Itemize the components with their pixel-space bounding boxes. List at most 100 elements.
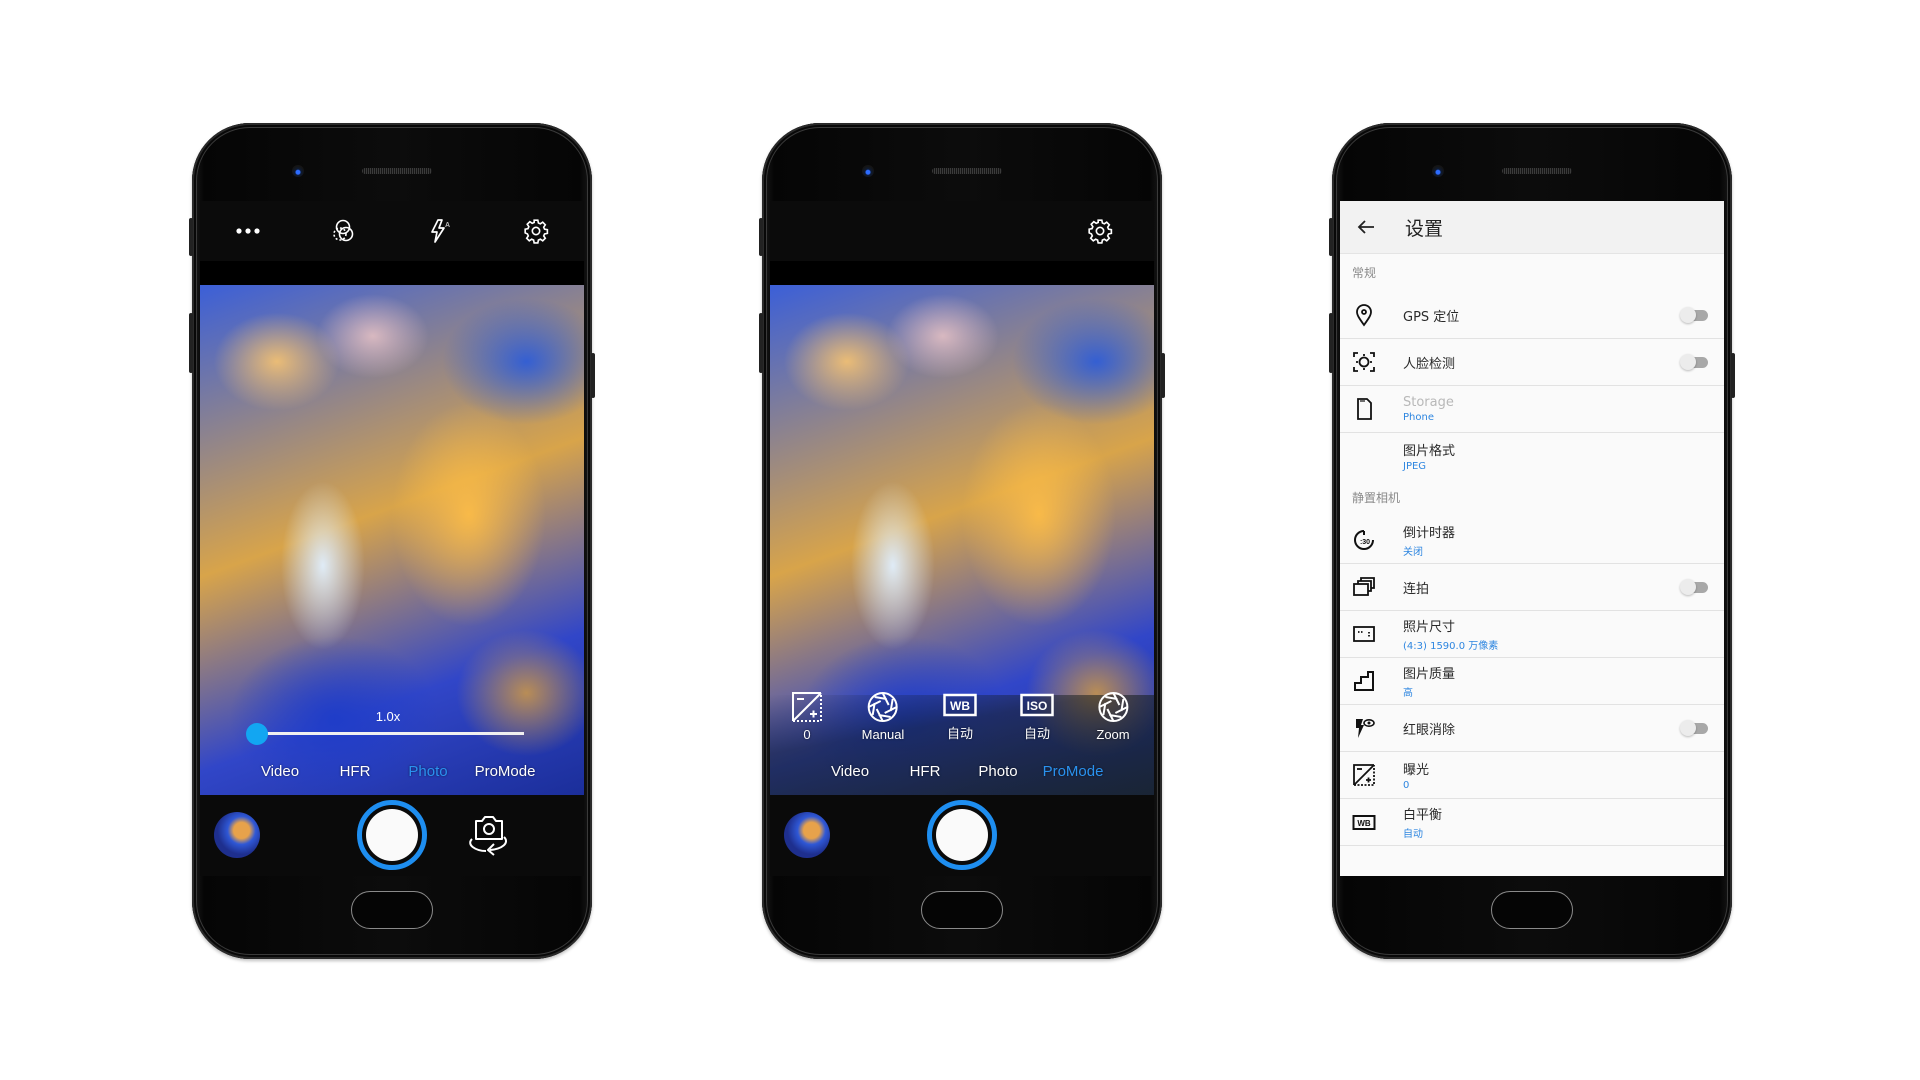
face-detection-toggle[interactable] (1680, 354, 1710, 370)
setting-picture-format[interactable]: 图片格式 JPEG (1340, 433, 1724, 479)
power-button (1731, 353, 1735, 398)
setting-exposure[interactable]: 曝光 0 (1340, 752, 1724, 799)
settings-page: 设置 常规 GPS 定位 人脸检测 Storage Phone 图片格式 JPE… (1340, 201, 1724, 876)
shutter-inner (936, 809, 988, 861)
settings-gear-icon[interactable] (1086, 217, 1114, 245)
pro-zoom-label: Zoom (1096, 727, 1130, 742)
zoom-slider-track[interactable] (258, 732, 524, 735)
red-eye-toggle[interactable] (1680, 720, 1710, 736)
settings-header: 设置 (1340, 201, 1724, 254)
mode-photo[interactable]: Photo (978, 763, 1017, 780)
timer-icon: :30 (1352, 528, 1376, 552)
face-detect-icon (1352, 350, 1376, 374)
home-button[interactable] (351, 891, 433, 929)
setting-countdown-timer[interactable]: :30 倒计时器 关闭 (1340, 517, 1724, 564)
svg-text:WB: WB (1357, 819, 1371, 828)
mode-video[interactable]: Video (831, 763, 869, 780)
burst-toggle[interactable] (1680, 579, 1710, 595)
setting-white-balance[interactable]: WB 白平衡 自动 (1340, 799, 1724, 846)
settings-gear-icon[interactable] (522, 217, 550, 245)
mode-hfr[interactable]: HFR (910, 763, 941, 780)
camera-screen: 0 Manual WB 自动 ISO 自动 Zoom Video HFR Pho… (770, 201, 1154, 876)
location-pin-icon (1352, 303, 1376, 327)
volume-button (1329, 313, 1333, 373)
setting-title: 倒计时器 (1403, 526, 1456, 541)
setting-gps[interactable]: GPS 定位 (1340, 292, 1724, 339)
svg-text:A: A (445, 222, 450, 229)
pro-iso-value: 自动 (1023, 726, 1050, 741)
setting-photo-size[interactable]: 照片尺寸 (4:3) 1590.0 万像素 (1340, 611, 1724, 658)
mode-video[interactable]: Video (261, 763, 299, 780)
gps-toggle[interactable] (1680, 307, 1710, 323)
setting-title: Storage (1403, 395, 1454, 410)
setting-value: 自动 (1403, 829, 1423, 840)
setting-red-eye[interactable]: 红眼消除 (1340, 705, 1724, 752)
mode-selector: Video HFR Photo ProMode (200, 763, 584, 785)
earpiece (362, 168, 432, 174)
burst-icon (1352, 575, 1376, 599)
setting-picture-quality[interactable]: 图片质量 高 (1340, 658, 1724, 705)
home-button[interactable] (921, 891, 1003, 929)
shutter-button[interactable] (357, 800, 427, 870)
setting-value: (4:3) 1590.0 万像素 (1403, 641, 1499, 652)
setting-title: 连拍 (1403, 581, 1430, 597)
setting-face-detection[interactable]: 人脸检测 (1340, 339, 1724, 386)
pro-iso[interactable]: ISO 自动 (1020, 691, 1054, 742)
gallery-thumbnail[interactable] (784, 812, 830, 858)
camera-screen: A 1.0x Video HFR Photo ProMode (200, 201, 584, 876)
wb-icon: WB (1352, 810, 1376, 834)
switch-camera-icon[interactable] (464, 813, 512, 857)
flash-auto-icon[interactable]: A (426, 217, 454, 245)
setting-value: 高 (1403, 688, 1413, 699)
pro-controls: 0 Manual WB 自动 ISO 自动 Zoom (770, 691, 1154, 751)
setting-value: JPEG (1403, 461, 1427, 472)
svg-text::30: :30 (1360, 539, 1370, 546)
setting-title: 图片质量 (1403, 667, 1456, 682)
setting-title: 红眼消除 (1403, 722, 1456, 738)
mode-photo[interactable]: Photo (408, 763, 447, 780)
settings-screen: 设置 常规 GPS 定位 人脸检测 Storage Phone 图片格式 JPE… (1340, 201, 1724, 876)
setting-title: 白平衡 (1403, 808, 1443, 823)
home-button[interactable] (1491, 891, 1573, 929)
pro-exposure[interactable]: 0 (791, 691, 823, 742)
pro-aperture[interactable]: Manual (861, 691, 905, 742)
mode-selector: Video HFR Photo ProMode (770, 763, 1154, 785)
setting-title: GPS 定位 (1403, 309, 1460, 325)
front-camera (1432, 165, 1444, 177)
arrow-left-icon[interactable] (1354, 215, 1378, 239)
gallery-thumbnail[interactable] (214, 812, 260, 858)
sd-card-icon (1352, 397, 1376, 421)
zoom-slider-knob[interactable] (246, 723, 268, 745)
setting-value: Phone (1403, 412, 1434, 423)
camera-bottom-bar (200, 795, 584, 876)
pro-aperture-value: Manual (861, 727, 905, 742)
mode-promode[interactable]: ProMode (1043, 763, 1104, 780)
mode-hfr[interactable]: HFR (340, 763, 371, 780)
setting-storage: Storage Phone (1340, 386, 1724, 433)
power-button (1161, 353, 1165, 398)
setting-title: 曝光 (1403, 763, 1430, 778)
more-icon[interactable] (234, 217, 262, 245)
setting-title: 人脸检测 (1403, 356, 1456, 372)
zoom-level-label: 1.0x (375, 709, 401, 724)
setting-title: 图片格式 (1403, 444, 1456, 459)
phone-camera-promode: 0 Manual WB 自动 ISO 自动 Zoom Video HFR Pho… (759, 123, 1165, 959)
front-camera (862, 165, 874, 177)
phone-camera-photo: A 1.0x Video HFR Photo ProMode (189, 123, 595, 959)
mode-promode[interactable]: ProMode (475, 763, 536, 780)
setting-title: 照片尺寸 (1403, 620, 1456, 635)
phone-settings: 设置 常规 GPS 定位 人脸检测 Storage Phone 图片格式 JPE… (1329, 123, 1735, 959)
camera-top-bar: A (200, 201, 584, 261)
shutter-button[interactable] (927, 800, 997, 870)
pro-zoom[interactable]: Zoom (1096, 691, 1130, 742)
setting-burst[interactable]: 连拍 (1340, 564, 1724, 611)
setting-value: 0 (1403, 780, 1410, 791)
alert-slider (759, 218, 763, 256)
page-title: 设置 (1405, 217, 1444, 240)
pro-white-balance[interactable]: WB 自动 (943, 691, 977, 742)
filter-icon[interactable] (330, 217, 358, 245)
camera-bottom-bar (770, 795, 1154, 876)
power-button (591, 353, 595, 398)
shutter-inner (366, 809, 418, 861)
front-camera (292, 165, 304, 177)
